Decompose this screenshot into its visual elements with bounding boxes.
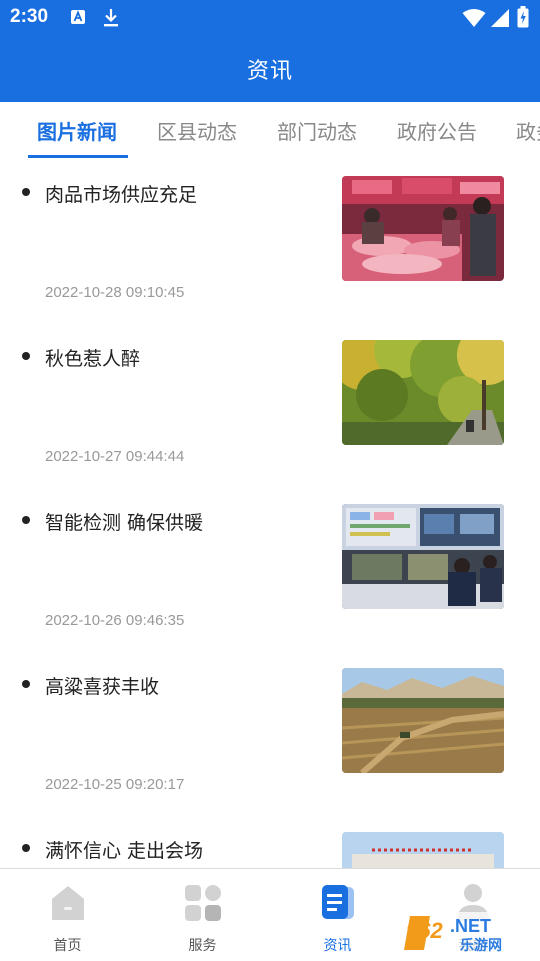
svg-text:乐游网: 乐游网	[460, 937, 502, 954]
tab-picture-news[interactable]: 图片新闻	[37, 116, 117, 145]
battery-charging-icon	[517, 6, 529, 28]
news-title[interactable]: 高粱喜获丰收	[45, 672, 159, 699]
nav-label: 服务	[188, 938, 217, 954]
bullet-dot	[22, 844, 30, 852]
svg-text:.NET: .NET	[450, 916, 491, 936]
nav-news[interactable]: 资讯	[270, 869, 405, 961]
nav-label: 首页	[53, 938, 82, 954]
bullet-dot	[22, 680, 30, 688]
bullet-dot	[22, 188, 30, 196]
active-tab-indicator	[28, 155, 128, 158]
news-title[interactable]: 肉品市场供应充足	[45, 180, 197, 207]
news-date: 2022-10-28 09:10:45	[45, 284, 185, 301]
news-date: 2022-10-25 09:20:17	[45, 776, 185, 793]
cellular-signal-icon	[491, 9, 509, 27]
news-item[interactable]: 智能检测 确保供暖 2022-10-26 09:46:35	[0, 488, 540, 653]
news-date: 2022-10-27 09:44:44	[45, 448, 185, 465]
news-item[interactable]: 满怀信心 走出会场	[0, 816, 540, 868]
tab-department-news[interactable]: 部门动态	[277, 116, 357, 145]
autumn-trees-photo[interactable]	[342, 340, 504, 445]
news-item[interactable]: 秋色惹人醉 2022-10-27 09:44:44	[0, 324, 540, 489]
news-item[interactable]: 高粱喜获丰收 2022-10-25 09:20:17	[0, 652, 540, 817]
control-room-photo[interactable]	[342, 504, 504, 609]
download-icon	[104, 9, 118, 27]
nav-home[interactable]: 首页	[0, 869, 135, 961]
page-title: 资讯	[246, 59, 293, 84]
news-item[interactable]: 肉品市场供应充足 2022-10-28 09:10:45	[0, 160, 540, 325]
news-title[interactable]: 秋色惹人醉	[45, 344, 140, 371]
svg-text:962: 962	[406, 918, 443, 943]
tab-government-affairs[interactable]: 政务	[516, 116, 540, 145]
news-title[interactable]: 满怀信心 走出会场	[45, 836, 203, 863]
app-header: 资讯	[0, 36, 540, 102]
wifi-icon	[462, 9, 486, 27]
news-icon	[322, 885, 354, 919]
news-title[interactable]: 智能检测 确保供暖	[45, 508, 203, 535]
news-list: 肉品市场供应充足 2022-10-28 09:10:45 秋色惹人醉 2022-…	[0, 160, 540, 868]
market-photo[interactable]	[342, 176, 504, 281]
tab-district-news[interactable]: 区县动态	[157, 116, 237, 145]
status-bar: 2:30	[0, 0, 540, 36]
news-date: 2022-10-26 09:46:35	[45, 612, 185, 629]
site-watermark-logo: 962 .NET 乐游网	[400, 912, 532, 954]
bullet-dot	[22, 352, 30, 360]
services-icon	[185, 885, 221, 921]
venue-photo[interactable]	[342, 832, 504, 868]
nav-services[interactable]: 服务	[135, 869, 270, 961]
category-tabs: 图片新闻 区县动态 部门动态 政府公告 政务	[0, 102, 540, 160]
tab-government-notices[interactable]: 政府公告	[397, 116, 477, 145]
keyboard-a-icon	[71, 10, 85, 24]
bullet-dot	[22, 516, 30, 524]
home-icon	[52, 886, 84, 920]
status-time: 2:30	[10, 6, 49, 27]
sorghum-field-photo[interactable]	[342, 668, 504, 773]
nav-label: 资讯	[323, 938, 352, 954]
